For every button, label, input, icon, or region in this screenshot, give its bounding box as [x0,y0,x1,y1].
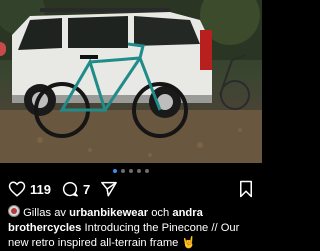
liker-username[interactable]: urbanbikewear [69,207,148,219]
save-button[interactable] [238,180,254,198]
carousel-dot [137,169,141,173]
comment-count[interactable]: 7 [83,182,90,197]
carousel-dot [145,169,149,173]
like-count[interactable]: 119 [30,182,51,197]
like-button[interactable]: 119 [8,180,51,198]
post-image[interactable] [0,0,262,163]
liked-by-conjunction: och [151,207,170,219]
caption-emoji: 🤘 [181,237,196,249]
comment-button[interactable]: 7 [61,180,90,198]
carousel-dot [129,169,133,173]
liked-by-prefix: Gillas av [23,207,67,219]
caption-body: brothercycles Introducing the Pinecone /… [8,221,256,251]
post-caption: Gillas av urbanbikewear och andra brothe… [8,205,256,251]
liker-avatar[interactable] [8,205,20,217]
post-photo [0,0,262,163]
carousel-dot-active [113,169,117,173]
carousel-dot [121,169,125,173]
heart-icon [8,180,26,198]
post-actions: 119 7 [8,178,254,200]
bookmark-icon [238,180,254,198]
share-button[interactable] [100,180,118,198]
send-icon [100,180,118,198]
author-username[interactable]: brothercycles [8,222,81,234]
carousel-indicator [0,169,262,175]
liked-by-others[interactable]: andra [172,207,202,219]
liked-by-line: Gillas av urbanbikewear och andra [8,205,256,221]
comment-icon [61,180,79,198]
